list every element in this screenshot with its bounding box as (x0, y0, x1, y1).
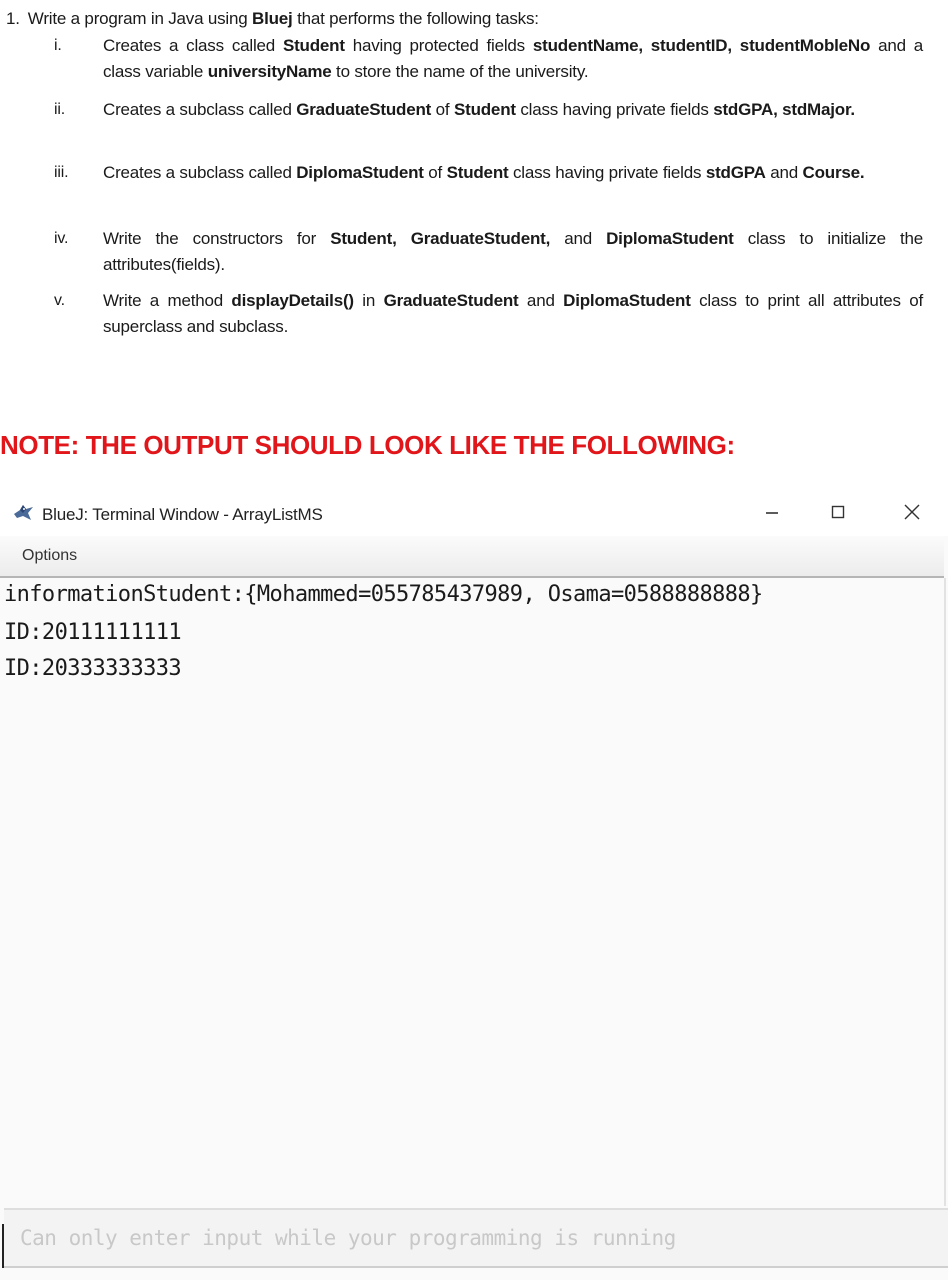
output-line: ID:20333333333 (4, 656, 182, 681)
text-run: and (518, 291, 564, 310)
bold-term: Student (446, 163, 509, 182)
close-button[interactable] (892, 498, 932, 530)
window-title: BlueJ: Terminal Window - ArrayListMS (42, 505, 323, 524)
text-run: of (423, 163, 447, 182)
text-run: of (431, 100, 454, 119)
task-text: Creates a subclass called DiplomaStudent… (103, 160, 923, 186)
output-line: informationStudent:{Mohammed=05578543798… (4, 582, 763, 607)
title-bar[interactable]: BlueJ: Terminal Window - ArrayListMS (0, 492, 948, 536)
minimize-icon (764, 504, 780, 525)
heading-text: Write a program in Java using Bluej that… (28, 9, 539, 28)
roman-numeral: v. (54, 292, 65, 309)
roman-numeral: ii. (54, 101, 65, 118)
bold-term: DiplomaStudent (296, 163, 424, 182)
task-text: Write the constructors for Student, Grad… (103, 226, 923, 278)
text-run: Creates a subclass called (103, 163, 297, 182)
text-run: in (353, 291, 384, 310)
output-note-heading: NOTE: THE OUTPUT SHOULD LOOK LIKE THE FO… (0, 430, 735, 460)
text-run: Write a program in Java using (27, 9, 253, 28)
bold-term: DiplomaStudent (563, 291, 691, 310)
bold-term: stdGPA, stdMajor. (713, 100, 855, 119)
text-run: to store the name of the university. (331, 62, 589, 81)
text-run: having protected fields (344, 36, 533, 55)
bold-term: Student, GraduateStudent, (330, 229, 551, 248)
bold-term: Course. (802, 163, 865, 182)
terminal-output[interactable]: informationStudent:{Mohammed=05578543798… (0, 578, 946, 1206)
roman-numeral: iv. (54, 230, 69, 247)
task-text: Creates a class called Student having pr… (103, 33, 923, 85)
roman-numeral: iii. (54, 164, 69, 181)
maximize-button[interactable] (818, 498, 858, 530)
text-run: that performs the following tasks: (292, 9, 539, 28)
bold-term: stdGPA (705, 163, 766, 182)
menu-options[interactable]: Options (22, 547, 77, 565)
text-run: class having private fields (515, 100, 714, 119)
bold-term: displayDetails() (231, 291, 354, 310)
bold-term: universityName (207, 62, 332, 81)
task-text: Creates a subclass called GraduateStuden… (103, 97, 923, 123)
bold-term: studentName, studentID, studentMobleNo (532, 36, 871, 55)
minimize-button[interactable] (752, 498, 792, 530)
bold-term: GraduateStudent (383, 291, 519, 310)
maximize-icon (830, 504, 846, 525)
text-run: Write the constructors for (103, 229, 331, 248)
roman-numeral: i. (54, 37, 62, 54)
question-number: 1. (6, 9, 20, 28)
menu-bar: Options (0, 536, 944, 578)
text-run: Write a method (103, 291, 232, 310)
task-text: Write a method displayDetails() in Gradu… (103, 288, 923, 340)
output-line: ID:20111111111 (4, 620, 182, 645)
bluej-bird-icon (12, 504, 34, 522)
terminal-input-area (4, 1208, 948, 1268)
close-icon (903, 503, 921, 526)
assignment-heading: 1. Write a program in Java using Bluej th… (6, 8, 539, 30)
bold-term: Student (282, 36, 345, 55)
bold-term: Bluej (252, 9, 293, 28)
bold-term: Student (453, 100, 516, 119)
text-run: Creates a subclass called (103, 100, 297, 119)
terminal-input[interactable] (4, 1210, 948, 1266)
bold-term: DiplomaStudent (606, 229, 734, 248)
text-run: Creates a class called (103, 36, 283, 55)
text-run: class having private fields (508, 163, 706, 182)
text-cursor (2, 1224, 4, 1268)
text-run: and (765, 163, 803, 182)
bold-term: GraduateStudent (296, 100, 432, 119)
bluej-terminal-window: BlueJ: Terminal Window - ArrayListMS Opt… (0, 492, 948, 1280)
text-run: and (550, 229, 607, 248)
